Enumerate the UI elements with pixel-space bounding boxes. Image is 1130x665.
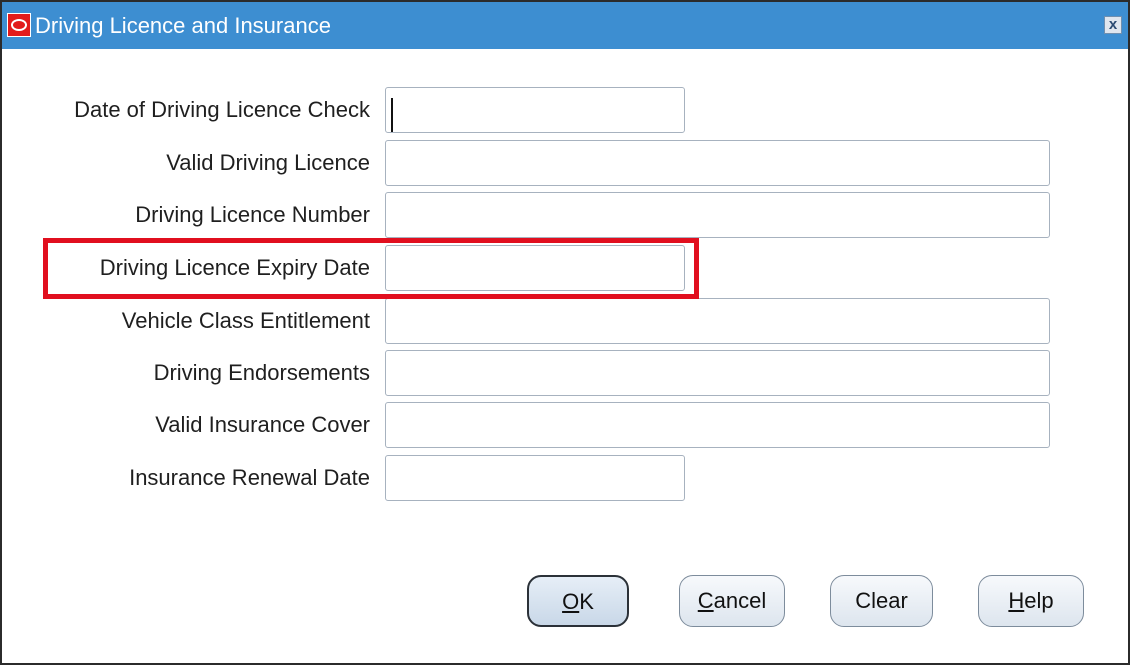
window-title: Driving Licence and Insurance: [35, 13, 331, 38]
insurance-renewal-date-input[interactable]: [385, 455, 685, 501]
field-row-valid-licence: Valid Driving Licence: [2, 140, 1128, 186]
cancel-label-rest: ancel: [713, 588, 767, 613]
insurance-renewal-date-label: Insurance Renewal Date: [129, 465, 370, 490]
help-mnemonic: H: [1008, 588, 1025, 613]
field-row-renewal-date: Insurance Renewal Date: [2, 455, 1128, 501]
date-of-driving-licence-check-input[interactable]: [385, 87, 685, 133]
driving-endorsements-input[interactable]: [385, 350, 1050, 396]
help-button[interactable]: Help: [978, 575, 1084, 627]
help-label-rest: elp: [1024, 588, 1054, 613]
close-icon[interactable]: x: [1104, 16, 1122, 34]
ok-button[interactable]: OK: [527, 575, 629, 627]
ok-mnemonic: O: [562, 589, 580, 614]
driving-endorsements-label: Driving Endorsements: [153, 360, 370, 385]
field-row-endorsements: Driving Endorsements: [2, 350, 1128, 396]
ok-label-rest: K: [579, 589, 594, 614]
valid-insurance-cover-input[interactable]: [385, 402, 1050, 448]
field-row-insurance-cover: Valid Insurance Cover: [2, 402, 1128, 448]
field-row-vehicle-class: Vehicle Class Entitlement: [2, 298, 1128, 344]
cancel-button[interactable]: Cancel: [679, 575, 785, 627]
valid-driving-licence-input[interactable]: [385, 140, 1050, 186]
oracle-icon: [7, 13, 31, 37]
driving-licence-number-input[interactable]: [385, 192, 1050, 238]
title-bar: Driving Licence and Insurance x: [2, 2, 1128, 49]
vehicle-class-entitlement-label: Vehicle Class Entitlement: [121, 308, 370, 333]
text-cursor: [391, 98, 393, 132]
clear-button[interactable]: Clear: [830, 575, 933, 627]
field-row-date-check: Date of Driving Licence Check: [2, 87, 1128, 133]
valid-driving-licence-label: Valid Driving Licence: [166, 150, 370, 175]
clear-label: Clear: [855, 588, 908, 613]
dialog-window: Driving Licence and Insurance x Date of …: [0, 0, 1130, 665]
valid-insurance-cover-label: Valid Insurance Cover: [155, 412, 370, 437]
highlight-box: [43, 238, 699, 299]
vehicle-class-entitlement-input[interactable]: [385, 298, 1050, 344]
cancel-mnemonic: C: [697, 588, 714, 613]
driving-licence-number-label: Driving Licence Number: [135, 202, 370, 227]
field-row-licence-number: Driving Licence Number: [2, 192, 1128, 238]
date-of-driving-licence-check-label: Date of Driving Licence Check: [74, 97, 370, 122]
